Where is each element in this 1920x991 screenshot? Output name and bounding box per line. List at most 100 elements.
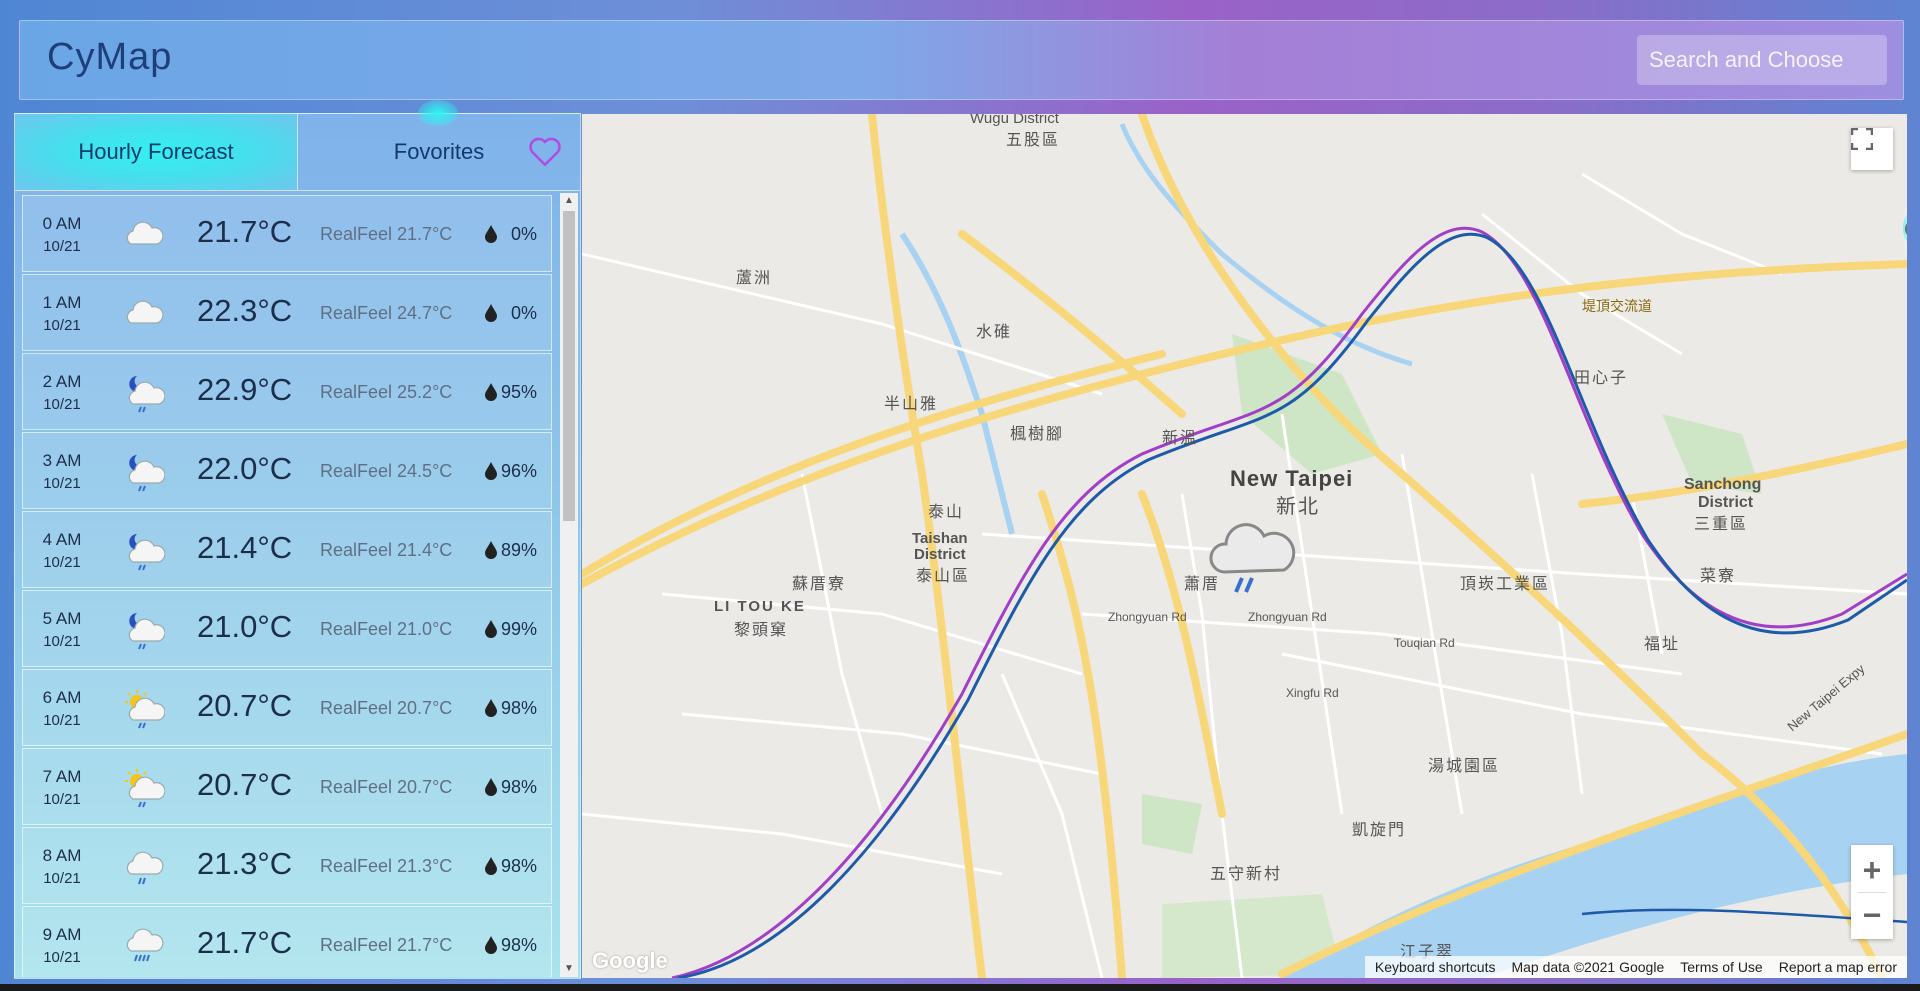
forecast-realfeel: RealFeel 20.7°C (320, 698, 453, 718)
forecast-realfeel: RealFeel 25.2°C (320, 382, 453, 402)
map-label: 三重區 (1694, 516, 1749, 533)
forecast-time: 6 AM (42, 688, 82, 707)
forecast-date: 10/21 (43, 949, 81, 966)
forecast-temperature: 22.3°C (197, 293, 293, 328)
forecast-realfeel: RealFeel 21.0°C (320, 619, 453, 639)
forecast-date: 10/21 (43, 317, 81, 334)
forecast-temperature: 21.3°C (197, 846, 293, 881)
forecast-date: 10/21 (43, 475, 81, 492)
night-rain-icon (128, 613, 165, 650)
raindrop-icon (485, 383, 497, 401)
gear-icon[interactable] (1905, 208, 1907, 256)
forecast-date: 10/21 (43, 396, 81, 413)
map-label: 堤頂交流道 (1582, 298, 1652, 314)
map-label: 泰山 (928, 504, 965, 521)
night-rain-icon (128, 376, 165, 413)
raindrop-icon (485, 699, 497, 717)
forecast-time: 0 AM (42, 214, 82, 233)
map-view[interactable]: Wugu District 五股區 蘆洲 水碓 半山雅 楓樹腳 新溫 New T… (582, 114, 1907, 978)
night-rain-icon (128, 534, 165, 571)
forecast-precipitation: 0% (510, 303, 537, 323)
map-label: 蘇厝寮 (792, 576, 847, 593)
sun-rain-icon (125, 690, 165, 729)
map-label: District (914, 546, 966, 563)
forecast-date: 10/21 (43, 712, 81, 729)
raindrop-icon (485, 225, 497, 243)
forecast-row[interactable]: 0 AM 10/21 21.7°C RealFeel 21.7°C 0% (22, 195, 552, 272)
report-error-link[interactable]: Report a map error (1779, 959, 1897, 975)
forecast-precipitation: 0% (510, 224, 537, 244)
map-label: 五守新村 (1210, 866, 1283, 883)
map-label-new-taipei: New Taipei (1230, 466, 1354, 491)
forecast-row[interactable]: 4 AM 10/21 21.4°C RealFeel 21.4°C 89% (22, 511, 552, 588)
forecast-row[interactable]: 8 AM 10/21 21.3°C RealFeel 21.3°C 98% (22, 827, 552, 904)
forecast-row[interactable]: 1 AM 10/21 22.3°C RealFeel 24.7°C 0% (22, 274, 552, 351)
map-label: 凱旋門 (1352, 822, 1407, 839)
forecast-precipitation: 98% (500, 856, 537, 876)
tab-bar: Hourly Forecast Fovorites (15, 100, 580, 191)
heavy-rain-icon (126, 928, 164, 962)
forecast-temperature: 20.7°C (197, 688, 293, 723)
forecast-time: 4 AM (42, 530, 82, 549)
forecast-temperature: 21.4°C (197, 530, 293, 565)
tab-favorites[interactable]: Fovorites (298, 100, 580, 190)
map-label: 田心子 (1574, 370, 1629, 387)
forecast-date: 10/21 (43, 238, 81, 255)
forecast-time: 2 AM (42, 372, 82, 391)
scroll-down-arrow-icon[interactable]: ▼ (560, 961, 578, 977)
map-label: Touqian Rd (1394, 636, 1455, 650)
forecast-row[interactable]: 3 AM 10/21 22.0°C RealFeel 24.5°C 96% (22, 432, 552, 509)
map-label: Zhongyuan Rd (1108, 610, 1187, 624)
forecast-precipitation: 96% (500, 461, 537, 481)
map-label: 湯城園區 (1428, 758, 1501, 775)
forecast-temperature: 20.7°C (197, 767, 293, 802)
forecast-list[interactable]: 0 AM 10/21 21.7°C RealFeel 21.7°C 0% 1 AM 10/2… (19, 195, 557, 977)
raindrop-icon (485, 620, 497, 638)
forecast-time: 9 AM (42, 925, 82, 944)
raindrop-icon (485, 541, 497, 559)
terms-link[interactable]: Terms of Use (1680, 959, 1762, 975)
google-logo[interactable]: Google (592, 948, 668, 974)
forecast-row[interactable]: 7 AM 10/21 20.7°C RealFeel 20.7°C 98% (22, 748, 552, 825)
forecast-time: 1 AM (42, 293, 82, 312)
map-label: 黎頭窠 (734, 622, 789, 639)
forecast-date: 10/21 (43, 633, 81, 650)
cloudy-icon (126, 300, 164, 324)
forecast-temperature: 21.7°C (197, 214, 293, 249)
raindrop-icon (485, 936, 497, 954)
forecast-row[interactable]: 6 AM 10/21 20.7°C RealFeel 20.7°C 98% (22, 669, 552, 746)
forecast-time: 7 AM (42, 767, 82, 786)
map-label: Xingfu Rd (1286, 686, 1339, 700)
forecast-time: 5 AM (42, 609, 82, 628)
forecast-precipitation: 98% (500, 698, 537, 718)
app-title: CyMap (47, 36, 173, 78)
map-footer: Keyboard shortcuts Map data ©2021 Google… (1364, 956, 1907, 978)
forecast-realfeel: RealFeel 24.7°C (320, 303, 453, 323)
forecast-date: 10/21 (43, 554, 81, 571)
forecast-precipitation: 99% (500, 619, 537, 639)
scroll-up-arrow-icon[interactable]: ▲ (560, 193, 578, 209)
forecast-temperature: 21.7°C (197, 925, 293, 960)
forecast-time: 8 AM (42, 846, 82, 865)
night-rain-icon (128, 455, 165, 492)
map-label: 楓樹腳 (1010, 426, 1065, 443)
raindrop-icon (485, 304, 497, 322)
forecast-row[interactable]: 9 AM 10/21 21.7°C RealFeel 21.7°C 98% (22, 906, 552, 977)
forecast-realfeel: RealFeel 21.4°C (320, 540, 453, 560)
keyboard-shortcuts-link[interactable]: Keyboard shortcuts (1375, 959, 1496, 975)
forecast-realfeel: RealFeel 21.7°C (320, 224, 453, 244)
tab-hourly-forecast[interactable]: Hourly Forecast (15, 114, 298, 190)
heart-icon[interactable] (528, 136, 562, 168)
map-cloud-rain-icon[interactable] (1202, 514, 1302, 604)
taskbar-edge (0, 984, 1920, 991)
map-data-text: Map data ©2021 Google (1511, 959, 1665, 975)
forecast-row[interactable]: 5 AM 10/21 21.0°C RealFeel 21.0°C 99% (22, 590, 552, 667)
zoom-in-button[interactable]: + (1863, 848, 1882, 892)
zoom-out-button[interactable]: − (1863, 893, 1882, 937)
forecast-row[interactable]: 2 AM 10/21 22.9°C RealFeel 25.2°C 95% (22, 353, 552, 430)
zoom-controls: + − (1851, 845, 1893, 939)
scrollbar-thumb[interactable] (563, 211, 575, 521)
fullscreen-button[interactable] (1851, 128, 1893, 170)
search-input[interactable] (1637, 35, 1887, 85)
scrollbar[interactable]: ▲ ▼ (560, 193, 578, 977)
